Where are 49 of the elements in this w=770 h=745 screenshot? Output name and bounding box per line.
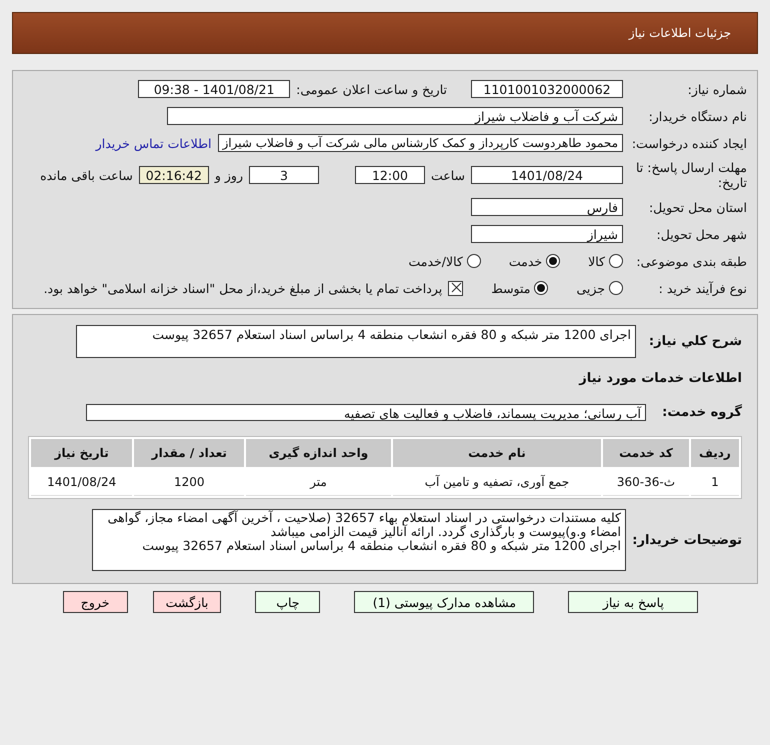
field-label: شرح کلي نياز: [648,334,742,349]
radio-option[interactable]: متوسط [491,280,548,296]
section-heading: اطلاعات خدمات مورد نیاز [579,370,742,386]
service-group-field: آب رسانی؛ مدیریت پسماند، فاضلاب و فعالیت های تصفیه [86,404,646,420]
field-label: ایجاد کننده درخواست: [630,136,747,150]
city-field: شیراز [471,225,623,243]
days-field: 3 [248,166,319,184]
radio-option[interactable]: خدمت [508,254,560,268]
need-number-field: 1101001032000062 [471,80,623,98]
field-label: توضیحات خریدار: [632,532,742,548]
creator-field: محمود طاهردوست کارپرداز و کمک کارشناس مالی شرکت آب و فاضلاب شیراز [218,134,623,152]
summary-field: اجرای 1200 متر شبکه و 80 فقره انشعاب منطقه 4 براساس اسناد استعلام 32657 پیوست [76,325,636,358]
field-label: ساعت باقی مانده [40,168,133,182]
checkbox-label: پرداخت تمام یا بخشی از مبلغ خرید،از محل "اسناد خزانه اسلامی" خواهد بود. [44,280,442,296]
announce-date-field: 1401/08/21 - 09:38 [138,80,290,98]
field-label: استان محل تحویل: [648,200,747,214]
radio-option[interactable]: کالا/خدمت [408,254,481,268]
field-label: شماره نیاز: [686,82,747,96]
field-label: روز و [214,168,243,182]
province-field: فارس [471,198,623,216]
action-button[interactable]: خروج [62,591,128,613]
field-label: مهلت ارسال پاسخ: تا تاریخ: [635,160,747,190]
column-header: واحد اندازه گیری [246,439,391,467]
buyer-notes-field: کلیه مستندات درخواستی در اسناد استعلام بهاء 32657 (صلاحیت ، آخرین آگهی امضاء مجاز، گواهی امضاء و.و)پیوست و بارگذاری گردد. ارائه آنالیز قیمت الزامی میباشد اجرای 1200 متر شبکه و 80 فقره انشعاب منطقه 4 براساس اسناد استعلام 32657 پیوست [92,509,626,571]
field-label: تاریخ و ساعت اعلان عمومی: [296,82,447,96]
radio-option[interactable]: کالا [588,254,623,268]
action-button[interactable]: چاپ [255,591,320,613]
date-field: 1401/08/24 [471,166,623,184]
field-label: شهر محل تحویل: [656,226,747,242]
page-title: جزئیات اطلاعات نیاز [628,26,731,40]
column-header: نام خدمت [392,439,602,467]
time-field: 12:00 [354,166,425,184]
column-header: کد خدمت [603,439,689,467]
action-button[interactable]: بازگشت [152,591,222,613]
field-label: نام دستگاه خریدار: [648,108,747,124]
column-header: تاریخ نیاز [31,439,132,467]
contact-link[interactable]: اطلاعات تماس خریدار [96,136,212,150]
action-button[interactable]: پاسخ به نیاز [568,591,698,613]
field-label: نوع فرآیند خرید : [658,280,747,296]
column-header: تعداد / مقدار [134,439,244,467]
remaining-time-field: 02:16:42 [138,166,209,184]
buyer-field: شرکت آب و فاضلاب شیراز [167,107,623,125]
field-label: طبقه بندی موضوعی: [635,254,747,268]
radio-option[interactable]: جزیی [576,280,623,296]
field-label: گروه خدمت: [661,404,742,420]
field-label: ساعت [430,168,465,182]
action-button[interactable]: مشاهده مدارک پیوستی (1) [354,591,534,613]
checkbox[interactable] [448,280,464,296]
column-header: ردیف [690,439,739,467]
